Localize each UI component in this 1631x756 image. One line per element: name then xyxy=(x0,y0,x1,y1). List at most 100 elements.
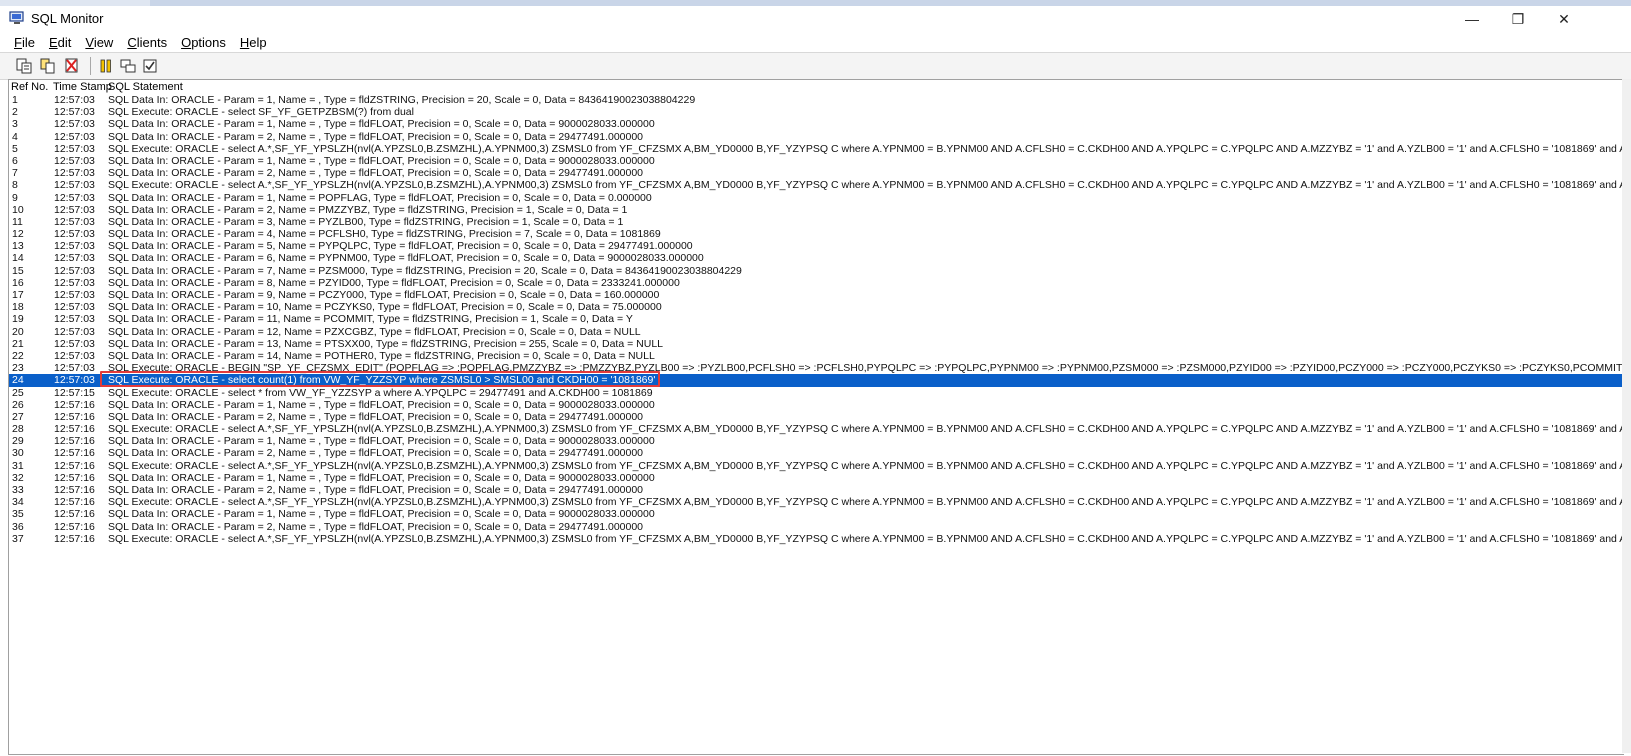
row-time-stamp: 12:57:16 xyxy=(54,471,95,484)
row-sql-statement: SQL Data In: ORACLE - Param = 13, Name =… xyxy=(108,337,664,350)
table-row[interactable]: 11 12:57:03 SQL Data In: ORACLE - Param = … xyxy=(9,216,1624,228)
menu-options[interactable]: Options xyxy=(175,35,232,50)
table-row[interactable]: 36 12:57:16 SQL Data In: ORACLE - Param = … xyxy=(9,521,1624,533)
menu-edit[interactable]: Edit xyxy=(43,35,77,50)
row-time-stamp: 12:57:03 xyxy=(54,264,95,277)
row-time-stamp: 12:57:16 xyxy=(54,496,95,509)
row-ref-no: 7 xyxy=(12,167,18,180)
row-time-stamp: 12:57:03 xyxy=(54,228,95,241)
column-header-sql-statement[interactable]: SQL Statement xyxy=(108,81,183,93)
row-ref-no: 36 xyxy=(12,520,24,533)
row-time-stamp: 12:57:16 xyxy=(54,423,95,436)
row-time-stamp: 12:57:03 xyxy=(54,240,95,253)
table-row[interactable]: 21 12:57:03 SQL Data In: ORACLE - Param = … xyxy=(9,338,1624,350)
menu-clients[interactable]: Clients xyxy=(121,35,173,50)
table-row[interactable]: 28 12:57:16 SQL Execute: ORACLE - select A… xyxy=(9,423,1624,435)
row-sql-statement: SQL Execute: ORACLE - select A.*,SF_YF_Y… xyxy=(108,179,1624,192)
row-time-stamp: 12:57:16 xyxy=(54,459,95,472)
table-row[interactable]: 16 12:57:03 SQL Data In: ORACLE - Param = … xyxy=(9,277,1624,289)
row-sql-statement: SQL Data In: ORACLE - Param = 2, Name = … xyxy=(108,167,644,180)
table-row[interactable]: 20 12:57:03 SQL Data In: ORACLE - Param = … xyxy=(9,326,1624,338)
column-header-time-stamp[interactable]: Time Stamp xyxy=(53,81,112,93)
table-row[interactable]: 33 12:57:16 SQL Data In: ORACLE - Param = … xyxy=(9,484,1624,496)
sql-monitor-app-icon xyxy=(9,11,25,25)
row-ref-no: 23 xyxy=(12,362,24,375)
row-sql-statement: SQL Execute: ORACLE - select A.*,SF_YF_Y… xyxy=(108,142,1624,155)
row-ref-no: 35 xyxy=(12,508,24,521)
row-sql-statement: SQL Execute: ORACLE - select A.*,SF_YF_Y… xyxy=(108,532,1624,545)
table-row[interactable]: 2 12:57:03 SQL Execute: ORACLE - select SF… xyxy=(9,106,1624,118)
table-row[interactable]: 31 12:57:16 SQL Execute: ORACLE - select A… xyxy=(9,460,1624,472)
table-row[interactable]: 9 12:57:03 SQL Data In: ORACLE - Param = 1… xyxy=(9,192,1624,204)
table-row[interactable]: 35 12:57:16 SQL Data In: ORACLE - Param = … xyxy=(9,508,1624,520)
table-row[interactable]: 10 12:57:03 SQL Data In: ORACLE - Param = … xyxy=(9,204,1624,216)
table-row[interactable]: 15 12:57:03 SQL Data In: ORACLE - Param = … xyxy=(9,265,1624,277)
row-sql-statement: SQL Data In: ORACLE - Param = 9, Name = … xyxy=(108,289,660,301)
table-row[interactable]: 5 12:57:03 SQL Execute: ORACLE - select A.… xyxy=(9,143,1624,155)
table-row[interactable]: 37 12:57:16 SQL Execute: ORACLE - select A… xyxy=(9,533,1624,545)
title-bar[interactable]: SQL Monitor — ❐ ✕ xyxy=(0,6,1631,32)
options-icon[interactable] xyxy=(140,56,160,76)
save-log-icon[interactable] xyxy=(14,56,34,76)
pause-icon[interactable] xyxy=(96,56,116,76)
row-time-stamp: 12:57:03 xyxy=(54,191,95,204)
row-sql-statement: SQL Data In: ORACLE - Param = 8, Name = … xyxy=(108,276,680,289)
table-row[interactable]: 22 12:57:03 SQL Data In: ORACLE - Param = … xyxy=(9,350,1624,362)
table-row[interactable]: 25 12:57:15 SQL Execute: ORACLE - select *… xyxy=(9,387,1624,399)
table-row[interactable]: 14 12:57:03 SQL Data In: ORACLE - Param = … xyxy=(9,252,1624,264)
row-time-stamp: 12:57:03 xyxy=(54,130,95,143)
menu-help[interactable]: Help xyxy=(234,35,273,50)
table-row[interactable]: 26 12:57:16 SQL Data In: ORACLE - Param = … xyxy=(9,399,1624,411)
table-row[interactable]: 1 12:57:03 SQL Data In: ORACLE - Param = 1… xyxy=(9,94,1624,106)
table-row[interactable]: 27 12:57:16 SQL Data In: ORACLE - Param = … xyxy=(9,411,1624,423)
row-ref-no: 8 xyxy=(12,179,18,192)
row-time-stamp: 12:57:03 xyxy=(54,203,95,216)
row-sql-statement: SQL Data In: ORACLE - Param = 12, Name =… xyxy=(108,325,641,338)
vertical-scrollbar[interactable] xyxy=(1622,79,1631,753)
table-row[interactable]: 12 12:57:03 SQL Data In: ORACLE - Param = … xyxy=(9,228,1624,240)
minimize-button[interactable]: — xyxy=(1449,6,1495,32)
row-time-stamp: 12:57:03 xyxy=(54,154,95,167)
table-row[interactable]: 6 12:57:03 SQL Data In: ORACLE - Param = 1… xyxy=(9,155,1624,167)
menu-view[interactable]: View xyxy=(79,35,119,50)
row-sql-statement: SQL Data In: ORACLE - Param = 1, Name = … xyxy=(108,94,696,106)
column-header-ref-no[interactable]: Ref No. xyxy=(11,81,48,93)
row-sql-statement: SQL Data In: ORACLE - Param = 1, Name = … xyxy=(108,154,655,167)
row-time-stamp: 12:57:03 xyxy=(54,301,95,314)
table-row[interactable]: 17 12:57:03 SQL Data In: ORACLE - Param = … xyxy=(9,289,1624,301)
table-row[interactable]: 24 12:57:03 SQL Execute: ORACLE - select c… xyxy=(9,371,1624,388)
toolbar-separator xyxy=(90,57,91,75)
table-row[interactable]: 8 12:57:03 SQL Execute: ORACLE - select A.… xyxy=(9,179,1624,191)
row-ref-no: 4 xyxy=(12,130,18,143)
row-time-stamp: 12:57:16 xyxy=(54,410,95,423)
row-ref-no: 10 xyxy=(12,203,24,216)
menu-file[interactable]: File xyxy=(8,35,41,50)
sql-trace-list[interactable]: Ref No. Time Stamp SQL Statement 1 12:57:… xyxy=(8,79,1624,755)
table-row[interactable]: 7 12:57:03 SQL Data In: ORACLE - Param = 2… xyxy=(9,167,1624,179)
table-row[interactable]: 3 12:57:03 SQL Data In: ORACLE - Param = 1… xyxy=(9,118,1624,130)
row-time-stamp: 12:57:03 xyxy=(54,289,95,301)
table-row[interactable]: 13 12:57:03 SQL Data In: ORACLE - Param = … xyxy=(9,240,1624,252)
restore-button[interactable]: ❐ xyxy=(1495,6,1541,32)
row-sql-statement: SQL Data In: ORACLE - Param = 6, Name = … xyxy=(108,252,704,265)
table-row[interactable]: 34 12:57:16 SQL Execute: ORACLE - select A… xyxy=(9,496,1624,508)
table-row[interactable]: 4 12:57:03 SQL Data In: ORACLE - Param = 2… xyxy=(9,131,1624,143)
row-sql-statement: SQL Execute: ORACLE - select A.*,SF_YF_Y… xyxy=(108,423,1624,436)
row-ref-no: 24 xyxy=(12,374,24,387)
close-button[interactable]: ✕ xyxy=(1541,6,1587,32)
list-body: 1 12:57:03 SQL Data In: ORACLE - Param = 1… xyxy=(9,94,1624,545)
clients-icon[interactable] xyxy=(118,56,138,76)
copy-icon[interactable] xyxy=(38,56,58,76)
table-row[interactable]: 18 12:57:03 SQL Data In: ORACLE - Param = … xyxy=(9,301,1624,313)
table-row[interactable]: 30 12:57:16 SQL Data In: ORACLE - Param = … xyxy=(9,447,1624,459)
clear-icon[interactable] xyxy=(62,56,82,76)
table-row[interactable]: 32 12:57:16 SQL Data In: ORACLE - Param = … xyxy=(9,472,1624,484)
row-ref-no: 27 xyxy=(12,410,24,423)
table-row[interactable]: 29 12:57:16 SQL Data In: ORACLE - Param = … xyxy=(9,435,1624,447)
row-sql-statement: SQL Data In: ORACLE - Param = 11, Name =… xyxy=(108,313,633,326)
row-ref-no: 26 xyxy=(12,398,24,411)
row-time-stamp: 12:57:03 xyxy=(54,313,95,326)
row-ref-no: 3 xyxy=(12,118,18,131)
row-time-stamp: 12:57:03 xyxy=(54,118,95,131)
table-row[interactable]: 19 12:57:03 SQL Data In: ORACLE - Param = … xyxy=(9,313,1624,325)
